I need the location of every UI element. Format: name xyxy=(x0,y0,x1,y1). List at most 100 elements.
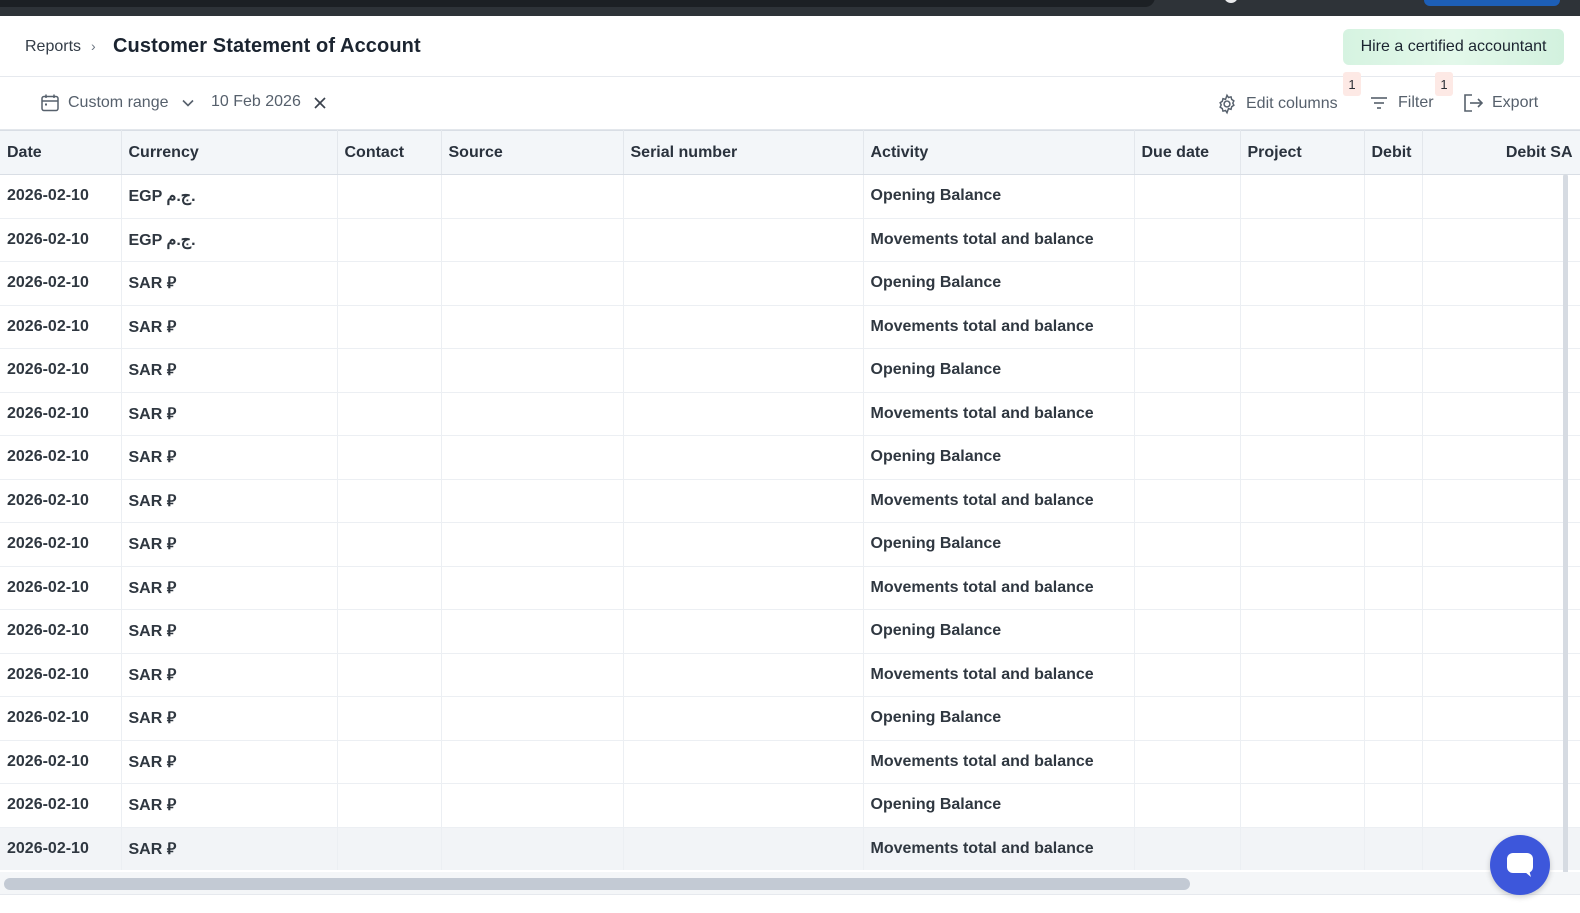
hire-accountant-button[interactable]: Hire a certified accountant xyxy=(1343,29,1564,65)
table-row[interactable]: 2026-02-10 SAR ⃁ Opening Balance xyxy=(0,435,1580,480)
column-header-debit-sa[interactable]: Debit SA xyxy=(1422,130,1580,175)
cell-contact xyxy=(337,392,442,436)
table-row[interactable]: 2026-02-10 SAR ⃁ Opening Balance xyxy=(0,609,1580,654)
date-range-select[interactable]: Custom range xyxy=(40,93,195,113)
vertical-scrollbar[interactable] xyxy=(1563,174,1568,874)
cell-date: 2026-02-10 xyxy=(0,392,122,436)
horizontal-scrollbar-thumb[interactable] xyxy=(4,878,1190,890)
top-bar-avatar[interactable] xyxy=(1224,0,1238,3)
cell-contact xyxy=(337,740,442,784)
cell-contact xyxy=(337,435,442,480)
cell-serial xyxy=(623,783,864,828)
cell-source xyxy=(441,305,624,349)
cell-source xyxy=(441,566,624,610)
top-bar-primary-button[interactable] xyxy=(1424,0,1560,6)
table-row[interactable]: 2026-02-10 SAR ⃁ Opening Balance xyxy=(0,348,1580,393)
cell-debit xyxy=(1364,783,1423,828)
cell-serial xyxy=(623,522,864,567)
column-header-contact[interactable]: Contact xyxy=(337,130,442,175)
cell-debit xyxy=(1364,653,1423,697)
cell-serial xyxy=(623,653,864,697)
selected-date[interactable]: 10 Feb 2026 xyxy=(211,93,301,111)
cell-source xyxy=(441,522,624,567)
table-row[interactable]: 2026-02-10 SAR ⃁ Opening Balance xyxy=(0,522,1580,567)
cell-project xyxy=(1240,218,1365,262)
chat-button[interactable] xyxy=(1490,835,1550,895)
cell-debit xyxy=(1364,696,1423,741)
cell-serial xyxy=(623,740,864,784)
breadcrumb-reports-link[interactable]: Reports xyxy=(25,38,81,56)
cell-source xyxy=(441,435,624,480)
cell-due xyxy=(1134,522,1241,567)
column-header-debit[interactable]: Debit xyxy=(1364,130,1423,175)
table-row[interactable]: 2026-02-10 SAR ⃁ Movements total and balan… xyxy=(0,392,1580,436)
cell-contact xyxy=(337,783,442,828)
clear-date-button[interactable] xyxy=(312,95,328,111)
cell-project xyxy=(1240,174,1365,219)
table-row[interactable]: 2026-02-10 SAR ⃁ Opening Balance xyxy=(0,783,1580,828)
column-header-currency[interactable]: Currency xyxy=(121,130,338,175)
cell-project xyxy=(1240,392,1365,436)
cell-project xyxy=(1240,435,1365,480)
cell-currency: SAR ⃁ xyxy=(121,348,338,393)
filter-button[interactable]: Filter xyxy=(1369,93,1434,113)
cell-serial xyxy=(623,479,864,523)
filter-count-badge: 1 xyxy=(1435,72,1453,96)
breadcrumb-separator: › xyxy=(91,38,96,54)
cell-date: 2026-02-10 xyxy=(0,609,122,654)
cell-source xyxy=(441,218,624,262)
column-header-project[interactable]: Project xyxy=(1240,130,1365,175)
cell-contact xyxy=(337,696,442,741)
column-header-serial-number[interactable]: Serial number xyxy=(623,130,864,175)
cell-source xyxy=(441,696,624,741)
top-app-bar xyxy=(0,0,1580,16)
table-row[interactable]: 2026-02-10 SAR ⃁ Movements total and balan… xyxy=(0,653,1580,697)
statement-table-container[interactable]: Date Currency Contact Source Serial numb… xyxy=(0,130,1580,870)
cell-debit_sa xyxy=(1422,435,1580,480)
cell-contact xyxy=(337,218,442,262)
cell-debit xyxy=(1364,218,1423,262)
cell-currency: SAR ⃁ xyxy=(121,261,338,306)
cell-activity: Movements total and balance xyxy=(863,218,1135,262)
cell-contact xyxy=(337,653,442,697)
cell-source xyxy=(441,348,624,393)
cell-date: 2026-02-10 xyxy=(0,261,122,306)
date-range-label: Custom range xyxy=(68,94,169,111)
cell-due xyxy=(1134,609,1241,654)
cell-activity: Movements total and balance xyxy=(863,305,1135,349)
cell-serial xyxy=(623,305,864,349)
cell-source xyxy=(441,479,624,523)
cell-due xyxy=(1134,174,1241,219)
cell-due xyxy=(1134,479,1241,523)
cell-activity: Opening Balance xyxy=(863,174,1135,219)
column-header-source[interactable]: Source xyxy=(441,130,624,175)
table-row[interactable]: 2026-02-10 SAR ⃁ Opening Balance xyxy=(0,696,1580,741)
cell-currency: SAR ⃁ xyxy=(121,479,338,523)
table-row[interactable]: 2026-02-10 EGP ج.م. Movements total and ba… xyxy=(0,218,1580,262)
cell-due xyxy=(1134,435,1241,480)
table-row[interactable]: 2026-02-10 SAR ⃁ Movements total and balan… xyxy=(0,479,1580,523)
table-row[interactable]: 2026-02-10 SAR ⃁ Movements total and balan… xyxy=(0,740,1580,784)
cell-currency: SAR ⃁ xyxy=(121,609,338,654)
export-button[interactable]: Export xyxy=(1462,93,1538,113)
cell-activity: Movements total and balance xyxy=(863,827,1135,870)
table-row[interactable]: 2026-02-10 SAR ⃁ Movements total and balan… xyxy=(0,566,1580,610)
column-header-due-date[interactable]: Due date xyxy=(1134,130,1241,175)
table-row[interactable]: 2026-02-10 EGP ج.م. Opening Balance xyxy=(0,174,1580,219)
cell-debit_sa xyxy=(1422,783,1580,828)
table-row[interactable]: 2026-02-10 SAR ⃁ Movements total and balan… xyxy=(0,305,1580,349)
table-row[interactable]: 2026-02-10 SAR ⃁ Movements total and balan… xyxy=(0,827,1580,870)
cell-debit xyxy=(1364,740,1423,784)
cell-project xyxy=(1240,566,1365,610)
cell-debit_sa xyxy=(1422,305,1580,349)
cell-debit xyxy=(1364,261,1423,306)
table-row[interactable]: 2026-02-10 SAR ⃁ Opening Balance xyxy=(0,261,1580,306)
cell-date: 2026-02-10 xyxy=(0,653,122,697)
column-header-activity[interactable]: Activity xyxy=(863,130,1135,175)
edit-columns-button[interactable]: Edit columns xyxy=(1216,93,1338,115)
cell-currency: SAR ⃁ xyxy=(121,566,338,610)
cell-date: 2026-02-10 xyxy=(0,740,122,784)
cell-source xyxy=(441,392,624,436)
column-header-date[interactable]: Date xyxy=(0,130,122,175)
cell-activity: Movements total and balance xyxy=(863,479,1135,523)
